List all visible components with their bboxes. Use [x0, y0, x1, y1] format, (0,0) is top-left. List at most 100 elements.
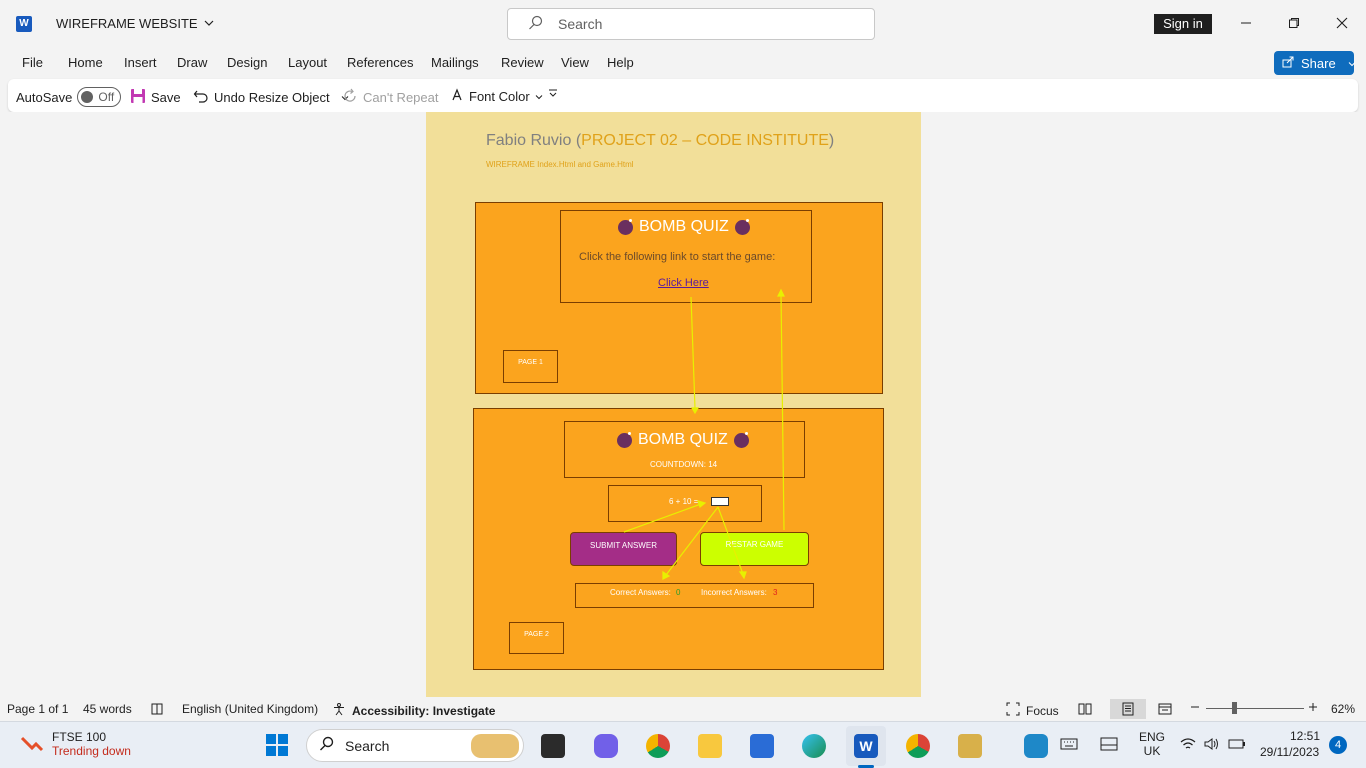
font-color-button[interactable]: Font Color [450, 88, 543, 105]
repeat-button[interactable]: Can't Repeat [342, 88, 438, 107]
tab-help[interactable]: Help [607, 55, 634, 70]
zoom-in-icon[interactable] [1308, 702, 1318, 712]
volume-icon[interactable] [1204, 737, 1220, 754]
share-label: Share [1301, 55, 1336, 71]
start-icon[interactable] [265, 733, 289, 760]
web-layout-icon[interactable] [1158, 702, 1172, 716]
accessibility-icon [332, 702, 346, 719]
taskbar-search[interactable]: Search [306, 729, 524, 762]
language-indicator[interactable]: ENG UK [1139, 730, 1165, 758]
read-mode-icon[interactable] [1078, 702, 1092, 716]
edge-icon[interactable] [802, 734, 826, 758]
keyboard-icon[interactable] [1060, 737, 1078, 754]
tab-insert[interactable]: Insert [124, 55, 157, 70]
ftse-trend: Trending down [52, 744, 131, 758]
tab-file[interactable]: File [22, 55, 43, 70]
incorrect-value: 3 [773, 588, 778, 597]
clock[interactable]: 12:51 [1284, 729, 1320, 743]
stocks-widget[interactable]: FTSE 100 Trending down [52, 730, 131, 758]
title-bar: W WIREFRAME WEBSITE Search Sign in [0, 0, 1366, 48]
project-text: PROJECT 02 – CODE INSTITUTE [581, 132, 829, 149]
save-button[interactable]: Save [130, 88, 181, 107]
document-title-text: WIREFRAME WEBSITE [56, 16, 198, 31]
stocks-widget-icon[interactable] [20, 734, 44, 757]
page-1-label: PAGE 1 [503, 350, 558, 383]
document-page[interactable]: Fabio Ruvio (PROJECT 02 – CODE INSTITUTE… [426, 112, 921, 697]
task-view-icon[interactable] [541, 734, 565, 758]
wifi-icon[interactable] [1180, 737, 1196, 754]
chrome-icon[interactable] [646, 734, 670, 758]
battery-icon[interactable] [1228, 737, 1246, 754]
proofing-icon[interactable] [150, 702, 164, 716]
taskbar-search-label: Search [345, 737, 390, 754]
archive-icon[interactable] [958, 734, 982, 758]
zoom-out-icon[interactable] [1190, 702, 1200, 712]
autosave-toggle[interactable]: AutoSave Off [16, 87, 122, 107]
chrome-profile-icon[interactable] [906, 734, 930, 758]
language-status[interactable]: English (United Kingdom) [182, 702, 318, 716]
tab-design[interactable]: Design [227, 55, 267, 70]
word-count[interactable]: 45 words [83, 702, 132, 716]
search-input[interactable]: Search [507, 8, 875, 40]
submit-answer-button[interactable]: SUBMIT ANSWER [570, 532, 677, 566]
tab-review[interactable]: Review [501, 55, 544, 70]
store-icon[interactable] [750, 734, 774, 758]
customize-toolbar-icon[interactable] [548, 88, 558, 98]
ribbon-tabs: File Home Insert Draw Design Layout Refe… [0, 48, 1366, 78]
answer-input[interactable] [711, 497, 729, 506]
toggle-state: Off [98, 90, 115, 104]
word-icon[interactable]: W [854, 734, 878, 758]
security-icon[interactable] [1024, 734, 1048, 758]
font-color-label: Font Color [469, 89, 530, 104]
close-paren: ) [828, 132, 835, 149]
close-icon[interactable] [1330, 12, 1354, 36]
page-1-title: BOMB QUIZ [618, 218, 750, 236]
zoom-level[interactable]: 62% [1331, 702, 1355, 716]
search-highlight-image [471, 733, 519, 758]
undo-button[interactable]: Undo Resize Object [193, 88, 349, 107]
tab-view[interactable]: View [561, 55, 589, 70]
tab-layout[interactable]: Layout [288, 55, 327, 70]
print-layout-icon[interactable] [1110, 699, 1146, 719]
minimize-icon[interactable] [1234, 12, 1258, 36]
accessibility-status[interactable]: Accessibility: Investigate [332, 702, 495, 719]
document-title[interactable]: WIREFRAME WEBSITE [56, 16, 214, 31]
author-text: Fabio Ruvio ( [486, 132, 582, 149]
click-here-link[interactable]: Click Here [658, 277, 709, 289]
share-button[interactable]: Share [1274, 51, 1356, 75]
tablet-mode-icon[interactable] [1100, 737, 1118, 754]
tab-references[interactable]: References [347, 55, 413, 70]
accessibility-label: Accessibility: Investigate [352, 703, 496, 718]
bomb-icon [733, 431, 749, 448]
repeat-label: Can't Repeat [363, 90, 439, 105]
tab-mailings[interactable]: Mailings [431, 55, 479, 70]
toggle-switch[interactable]: Off [77, 87, 122, 107]
page-1-instruction: Click the following link to start the ga… [579, 251, 776, 263]
notification-badge[interactable]: 4 [1329, 736, 1347, 754]
bomb-icon [618, 218, 633, 235]
restore-icon[interactable] [1282, 12, 1306, 36]
tab-draw[interactable]: Draw [177, 55, 207, 70]
clock-date: 29/11/2023 [1260, 745, 1320, 759]
wireframe-page-2[interactable]: BOMB QUIZ COUNTDOWN: 14 6 + 10 = SUBMIT … [473, 408, 884, 670]
file-explorer-icon[interactable] [698, 734, 722, 758]
repeat-icon [342, 88, 358, 107]
wireframe-page-1[interactable]: BOMB QUIZ Click the following link to st… [475, 202, 883, 394]
tab-home[interactable]: Home [68, 55, 103, 70]
chat-icon[interactable] [594, 734, 618, 758]
quick-access-toolbar: AutoSave Off Save Undo Resize Object Can… [8, 79, 1358, 112]
word-logo-icon: W [16, 16, 32, 32]
document-canvas[interactable]: Fabio Ruvio (PROJECT 02 – CODE INSTITUTE… [0, 112, 1366, 697]
focus-label: Focus [1026, 703, 1059, 718]
question-text: 6 + 10 = [669, 497, 699, 506]
page-1-title-text: BOMB QUIZ [639, 218, 729, 235]
share-icon [1282, 55, 1295, 71]
countdown-text: COUNTDOWN: 14 [650, 460, 718, 469]
zoom-slider-thumb[interactable] [1232, 702, 1237, 714]
zoom-slider-track[interactable] [1206, 708, 1304, 709]
page-count[interactable]: Page 1 of 1 [7, 702, 68, 716]
restart-game-button[interactable]: RESTAR GAME [700, 532, 809, 566]
focus-button[interactable]: Focus [1006, 702, 1059, 719]
taskbar: FTSE 100 Trending down Search W ENG UK 1… [0, 721, 1366, 768]
sign-in-button[interactable]: Sign in [1154, 14, 1212, 34]
